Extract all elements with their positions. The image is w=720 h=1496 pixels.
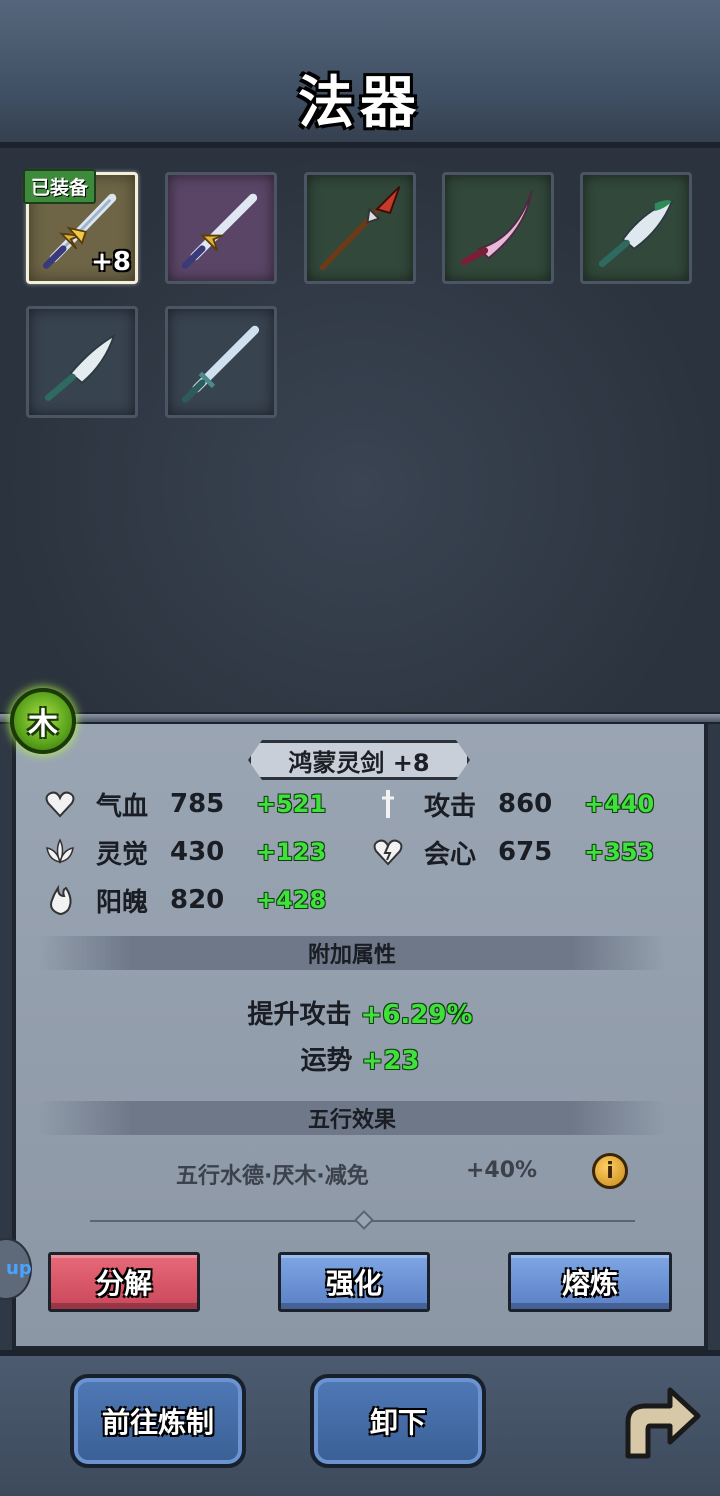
enhance-button[interactable]: 强化 [278,1252,430,1312]
stat-bonus: +428 [256,886,327,914]
extra-attribute-value: +23 [361,1046,420,1076]
stat-row: 攻击 860 +440 [370,784,654,824]
stat-name: 攻击 [424,791,477,822]
element-badge: 木 [10,688,76,754]
item-name: 鸿蒙灵剑 +8 [248,740,470,780]
inventory-slot-5[interactable] [580,172,692,284]
inventory-slot-3[interactable] [304,172,416,284]
wuxing-header: 五行效果 [38,1101,666,1135]
stat-name: 阳魄 [96,887,149,918]
info-button[interactable]: i [592,1153,628,1189]
title-banner: 法器 [0,0,720,154]
broad-blade-icon [598,200,674,268]
dagger-icon [370,786,406,822]
page-title: 法器 [298,71,422,136]
back-arrow-icon [625,1387,701,1459]
side-tab-label: up [6,1258,32,1279]
stat-name: 会心 [424,839,477,870]
smelt-button[interactable]: 熔炼 [508,1252,672,1312]
extra-attribute-name: 提升攻击 [247,1000,352,1030]
stat-value: 860 [498,789,553,819]
extra-attribute: 提升攻击 +6.29% [0,994,720,1031]
stat-row: 气血 785 +521 [42,784,326,824]
heart-icon [42,786,78,822]
inventory-slot-7[interactable] [165,306,277,418]
flame-icon [42,882,78,918]
stat-name: 气血 [96,791,149,822]
stat-row: 阳魄 820 +428 [42,880,326,920]
inventory-slot-4[interactable] [442,172,554,284]
decompose-button[interactable]: 分解 [48,1252,200,1312]
curved-blade-icon [460,190,533,266]
straight-sword-icon [181,325,260,403]
short-blade-icon [44,333,116,402]
equipped-badge: 已装备 [23,169,97,204]
inventory-grid: 已装备 +8 [0,148,720,713]
inventory-slot-1[interactable]: 已装备 +8 [23,169,138,284]
stat-row: 灵觉 430 +123 [42,832,326,872]
stat-name: 灵觉 [96,839,149,870]
extra-attribute: 运势 +23 [0,1040,720,1077]
crit-heart-icon [370,834,406,870]
wuxing-effect: 五行水德·厌木·减免 [176,1164,369,1189]
stat-row: 会心 675 +353 [370,832,654,872]
stat-bonus: +440 [584,790,655,818]
lotus-icon [42,834,78,870]
wuxing-effect-value: +40% [466,1158,538,1183]
stat-value: 675 [498,837,553,867]
stat-bonus: +123 [256,838,327,866]
unequip-button[interactable]: 卸下 [310,1374,486,1468]
spear-icon [319,185,401,271]
level-badge: +8 [91,247,131,277]
stat-value: 430 [170,837,225,867]
extra-attribute-name: 运势 [300,1046,353,1076]
purple-sword-icon [181,193,258,269]
go-forge-button[interactable]: 前往炼制 [70,1374,246,1468]
stat-value: 820 [170,885,225,915]
extra-attribute-value: +6.29% [360,1000,473,1030]
panel-rail [0,712,720,724]
stat-bonus: +353 [584,838,655,866]
stat-bonus: +521 [256,790,327,818]
extra-attributes-header: 附加属性 [38,936,666,970]
back-button[interactable] [614,1376,704,1466]
stat-value: 785 [170,789,225,819]
inventory-slot-6[interactable] [26,306,138,418]
inventory-slot-2[interactable] [165,172,277,284]
